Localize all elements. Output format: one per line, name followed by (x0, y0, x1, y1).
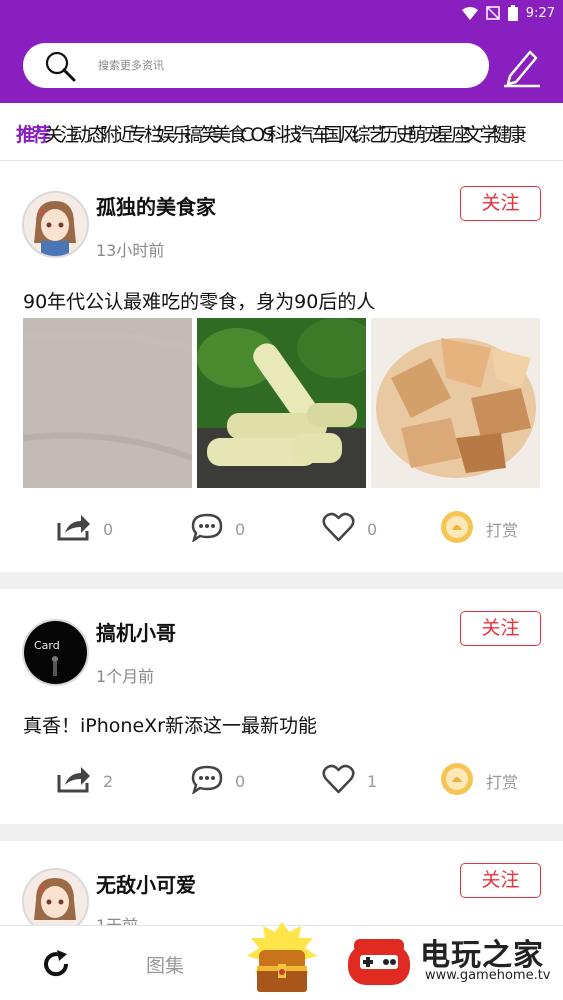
share-button[interactable]: 2 (57, 761, 113, 801)
comment-count: 0 (235, 519, 246, 539)
like-button[interactable]: 0 (322, 509, 377, 549)
coin-icon (440, 762, 474, 800)
search-icon (43, 49, 77, 87)
search-input[interactable]: 搜索更多资讯 (23, 43, 489, 88)
tab-14[interactable]: 萌宠 (408, 124, 443, 146)
comment-button[interactable]: 0 (191, 761, 245, 801)
comment-icon (191, 512, 223, 546)
tip-label: 打赏 (486, 521, 519, 540)
post-card[interactable]: Card 搞机小哥 1个月前 关注 真香！iPhoneXr新添这一最新功能 2 … (0, 589, 563, 824)
news-feed: 孤独的美食家 13小时前 关注 90年代公认最难吃的零食，身为90后的人 0 0… (0, 161, 563, 961)
post-image[interactable] (23, 318, 192, 488)
clock: 9:27 (525, 5, 555, 21)
app-header: 9:27 搜索更多资讯 (0, 0, 563, 103)
follow-button[interactable]: 关注 (460, 186, 541, 221)
like-count: 0 (367, 519, 378, 539)
follow-button[interactable]: 关注 (460, 863, 541, 898)
follow-button[interactable]: 关注 (460, 611, 541, 646)
comment-button[interactable]: 0 (191, 509, 245, 549)
divider (0, 572, 563, 589)
share-count: 0 (103, 519, 114, 539)
category-tabs-row: 推荐关注动态附近专栏娱乐搞笑美食COS科技汽车国风综艺历史萌宠星座文学健康 (16, 120, 527, 147)
no-signal-icon (486, 6, 500, 20)
watermark-url: www.gamehome.tv (425, 968, 551, 983)
treasure-chest-icon[interactable] (245, 922, 319, 1000)
tab-15[interactable]: 星座 (436, 124, 471, 146)
comment-icon (191, 764, 223, 798)
refresh-icon[interactable] (40, 948, 72, 984)
avatar-card-text: Card (34, 639, 60, 652)
post-title[interactable]: 真香！iPhoneXr新添这一最新功能 (23, 711, 317, 738)
tip-button[interactable]: 打赏 (440, 761, 518, 801)
status-bar: 9:27 (461, 3, 555, 23)
nav-atlas[interactable]: 图集 (146, 951, 184, 978)
like-count: 1 (367, 771, 378, 791)
share-icon (57, 765, 91, 797)
author-name[interactable]: 无敌小可爱 (96, 869, 196, 898)
share-button[interactable]: 0 (57, 509, 113, 549)
category-tabs: 推荐关注动态附近专栏娱乐搞笑美食COS科技汽车国风综艺历史萌宠星座文学健康 (0, 103, 563, 161)
post-actions: 0 0 0 打赏 (0, 509, 563, 549)
post-card[interactable]: 孤独的美食家 13小时前 关注 90年代公认最难吃的零食，身为90后的人 0 0… (0, 161, 563, 572)
tab-16[interactable]: 文学 (464, 124, 499, 146)
wifi-icon (461, 6, 478, 20)
tab-13[interactable]: 历史 (379, 124, 414, 146)
post-actions: 2 0 1 打赏 (0, 761, 563, 801)
gamepad-logo-icon (346, 931, 412, 993)
search-placeholder: 搜索更多资讯 (98, 59, 164, 72)
post-image[interactable] (197, 318, 366, 488)
author-name[interactable]: 搞机小哥 (96, 617, 176, 646)
bottom-nav: 图集 电玩之家 www.gamehome.tv (0, 922, 563, 1000)
heart-icon (322, 512, 355, 546)
divider (0, 824, 563, 841)
tip-button[interactable]: 打赏 (440, 509, 518, 549)
post-image[interactable] (371, 318, 540, 488)
edit-icon[interactable] (500, 44, 544, 92)
like-button[interactable]: 1 (322, 761, 377, 801)
post-time: 1个月前 (96, 667, 155, 686)
avatar[interactable]: Card (22, 619, 89, 686)
share-count: 2 (103, 771, 114, 791)
post-time: 13小时前 (96, 241, 165, 260)
author-name[interactable]: 孤独的美食家 (96, 191, 216, 220)
tab-17[interactable]: 健康 (492, 124, 527, 146)
post-title[interactable]: 90年代公认最难吃的零食，身为90后的人 (23, 287, 375, 314)
tip-label: 打赏 (486, 773, 519, 792)
comment-count: 0 (235, 771, 246, 791)
avatar[interactable] (22, 191, 89, 258)
share-icon (57, 513, 91, 545)
coin-icon (440, 510, 474, 548)
post-images (23, 318, 540, 488)
battery-icon (507, 5, 518, 21)
heart-icon (322, 764, 355, 798)
